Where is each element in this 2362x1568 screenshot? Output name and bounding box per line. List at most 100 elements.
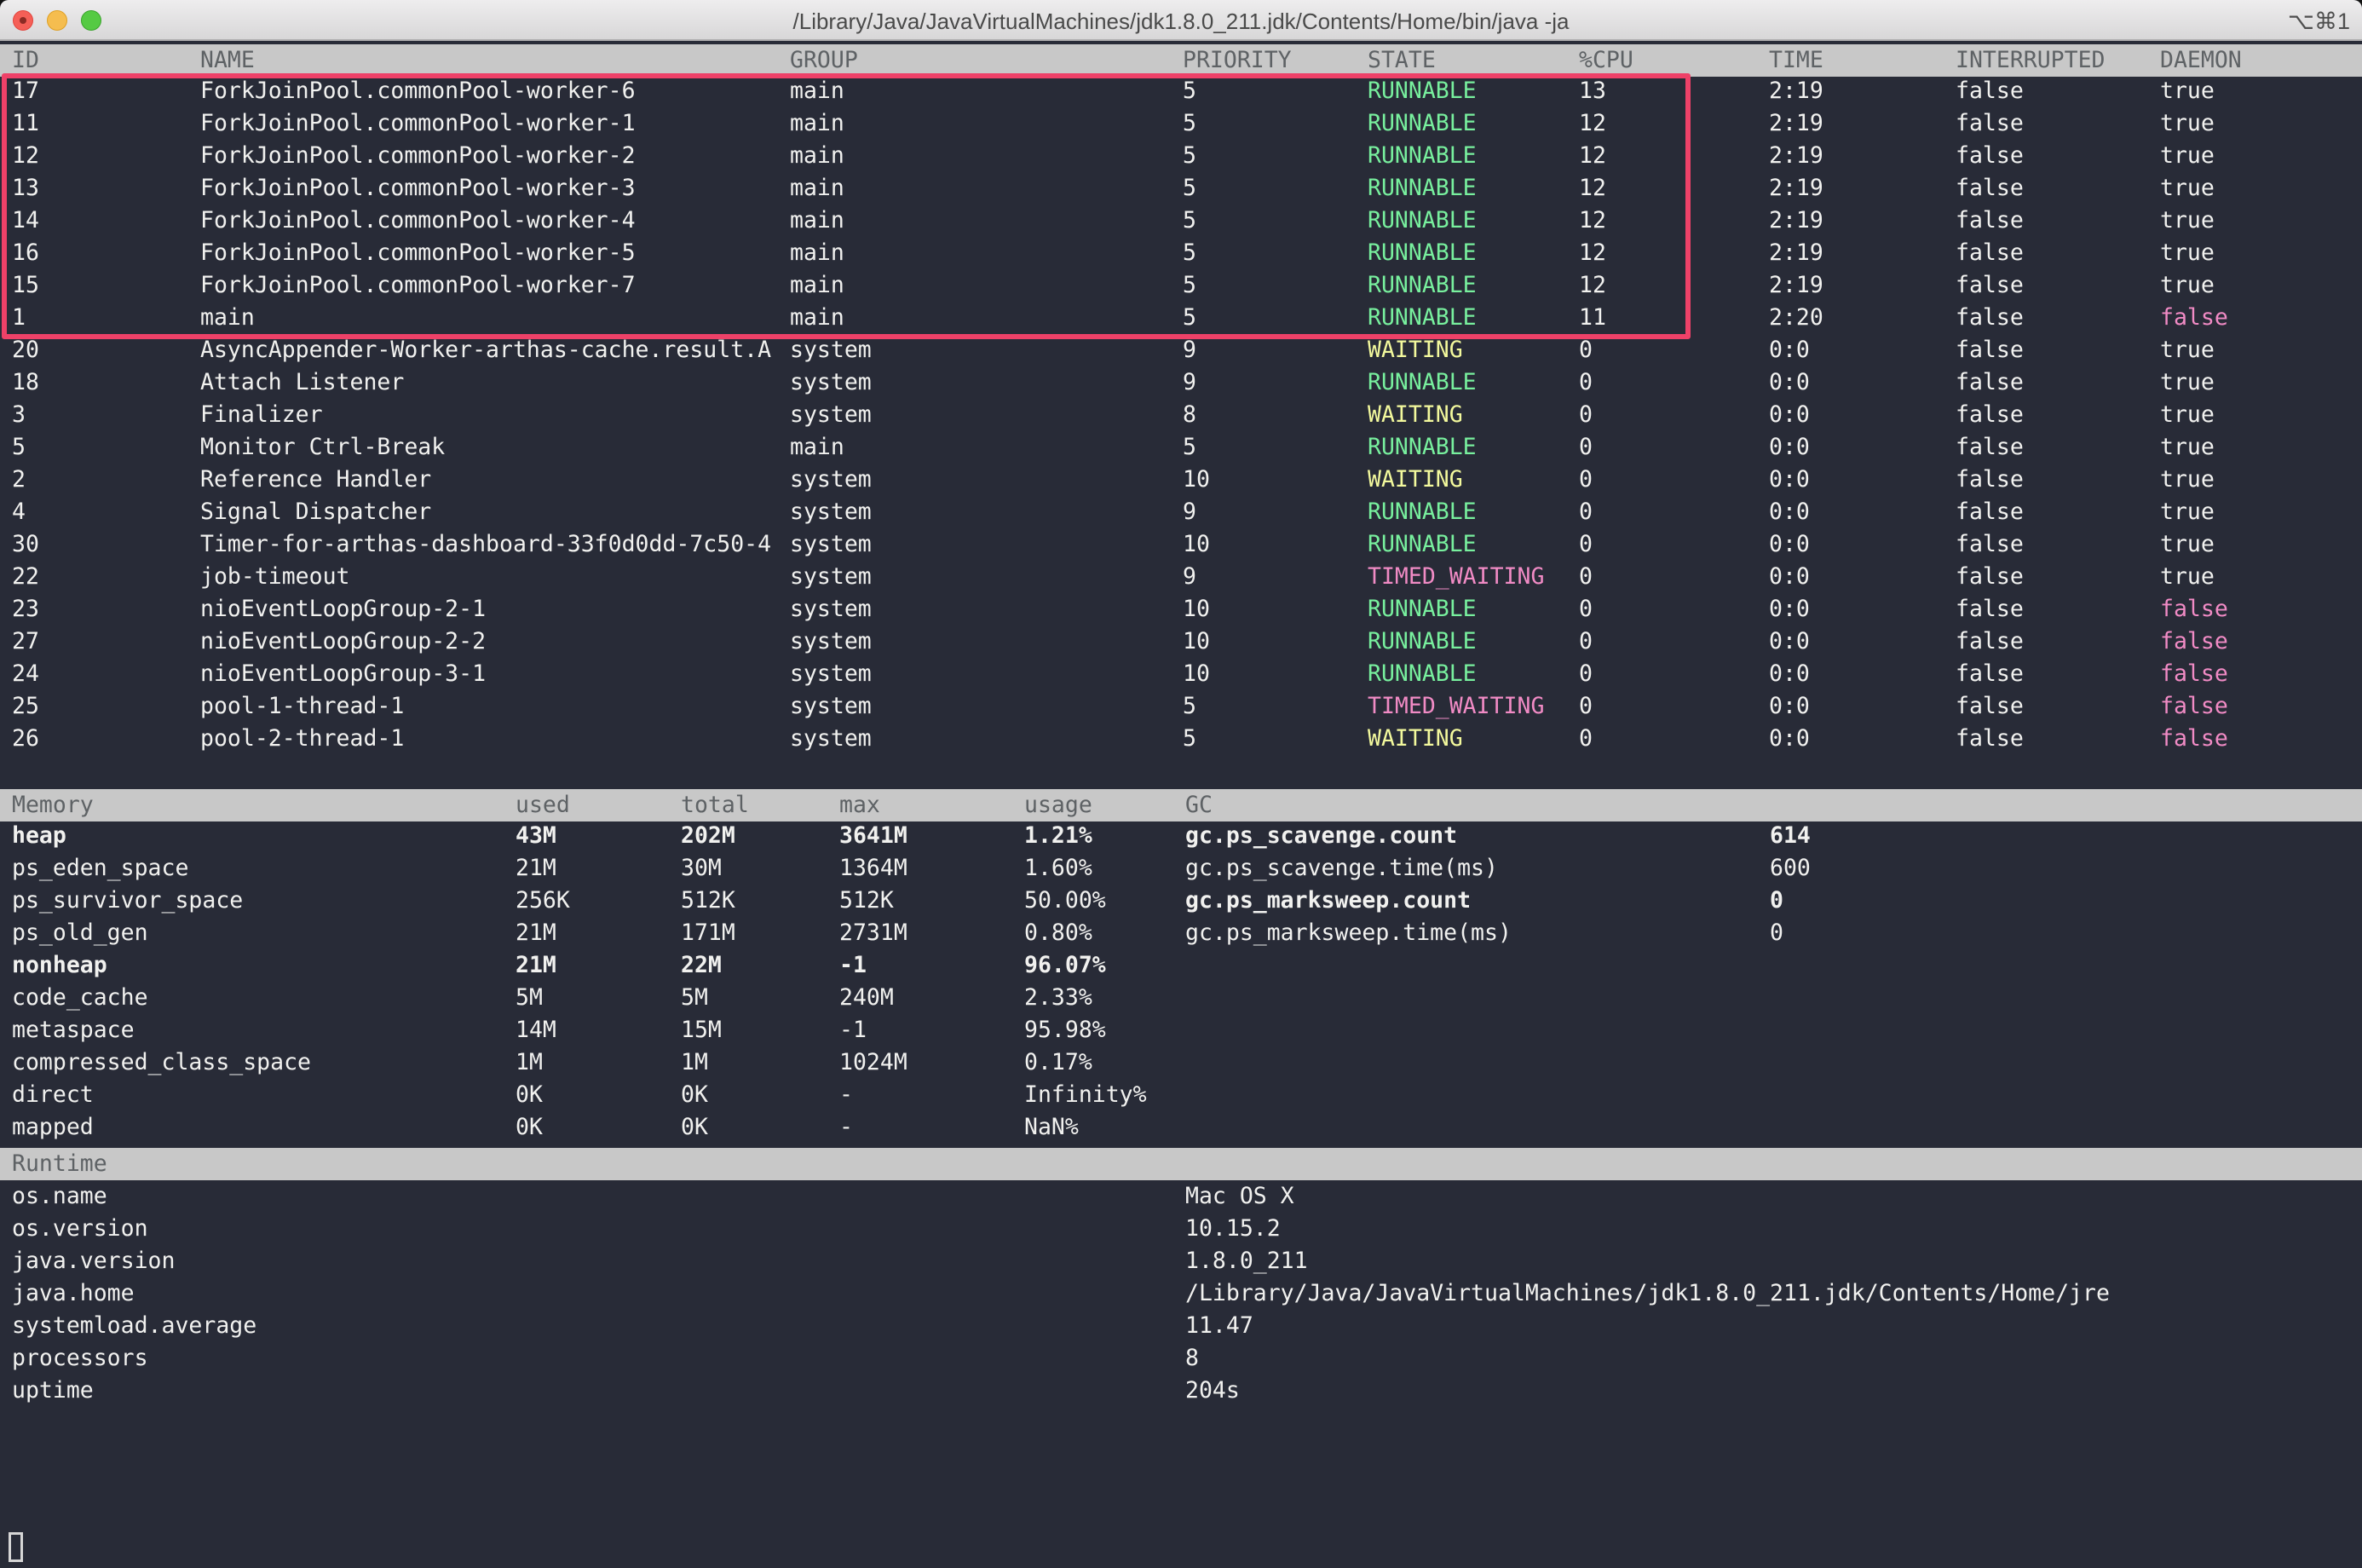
memory-cell-total: 0K — [681, 1079, 708, 1111]
memory-cell-label: direct — [12, 1079, 94, 1111]
gc-col-header: GC — [1185, 789, 1213, 821]
thread-cell-name: nioEventLoopGroup-2-1 — [200, 593, 486, 625]
thread-cell-group: system — [790, 366, 872, 399]
thread-cell-daemon: false — [2160, 302, 2228, 334]
thread-cell-priority: 10 — [1183, 528, 1210, 561]
thread-table-header: IDNAMEGROUPPRIORITYSTATE%CPUTIMEINTERRUP… — [0, 44, 2362, 77]
thread-cell-interrupted: false — [1956, 496, 2024, 528]
thread-cell-state: TIMED_WAITING — [1368, 561, 1544, 593]
thread-cell-interrupted: false — [1956, 172, 2024, 205]
thread-cell-name: main — [200, 302, 255, 334]
runtime-cell-label: processors — [12, 1342, 148, 1375]
thread-cell-cpu: 0 — [1579, 690, 1593, 723]
thread-cell-name: ForkJoinPool.commonPool-worker-6 — [200, 75, 636, 107]
memory-cell-label: nonheap — [12, 949, 107, 982]
memory-table-header: MemoryusedtotalmaxusageGC — [0, 789, 2362, 821]
thread-row: 3Finalizersystem8WAITING00:0falsetrue — [0, 399, 2362, 431]
thread-cell-interrupted: false — [1956, 658, 2024, 690]
thread-cell-daemon: true — [2160, 334, 2215, 366]
thread-cell-interrupted: false — [1956, 302, 2024, 334]
runtime-cell-label: java.version — [12, 1245, 175, 1277]
thread-cell-name: ForkJoinPool.commonPool-worker-5 — [200, 237, 636, 269]
thread-cell-state: RUNNABLE — [1368, 205, 1477, 237]
thread-row: 20AsyncAppender-Worker-arthas-cache.resu… — [0, 334, 2362, 366]
thread-cell-interrupted: false — [1956, 140, 2024, 172]
memory-col-header: usage — [1024, 789, 1092, 821]
thread-cell-interrupted: false — [1956, 464, 2024, 496]
thread-cell-priority: 10 — [1183, 625, 1210, 658]
runtime-cell-value: 8 — [1185, 1342, 1199, 1375]
zoom-button[interactable] — [81, 10, 101, 31]
thread-cell-time: 2:19 — [1769, 237, 1823, 269]
thread-cell-state: RUNNABLE — [1368, 107, 1477, 140]
thread-cell-cpu: 12 — [1579, 237, 1606, 269]
thread-row: 15ForkJoinPool.commonPool-worker-7main5R… — [0, 269, 2362, 302]
thread-cell-id: 26 — [12, 723, 39, 755]
terminal-screen[interactable]: IDNAMEGROUPPRIORITYSTATE%CPUTIMEINTERRUP… — [0, 41, 2362, 1568]
thread-col-header: PRIORITY — [1183, 44, 1292, 77]
runtime-cell-label: systemload.average — [12, 1310, 256, 1342]
thread-col-header: ID — [12, 44, 39, 77]
thread-cell-daemon: true — [2160, 399, 2215, 431]
memory-cell-total: 0K — [681, 1111, 708, 1144]
runtime-cell-value: 11.47 — [1185, 1310, 1253, 1342]
runtime-cell-label: uptime — [12, 1375, 94, 1407]
memory-cell-max: 240M — [839, 982, 894, 1014]
thread-cell-id: 12 — [12, 140, 39, 172]
thread-cell-name: ForkJoinPool.commonPool-worker-1 — [200, 107, 636, 140]
thread-cell-priority: 5 — [1183, 172, 1196, 205]
thread-cell-group: system — [790, 334, 872, 366]
thread-col-header: NAME — [200, 44, 255, 77]
gc-cell-label: gc.ps_scavenge.count — [1185, 820, 1457, 852]
minimize-button[interactable] — [47, 10, 67, 31]
gc-row: gc.ps_scavenge.count614 — [0, 820, 2362, 852]
runtime-cell-label: os.version — [12, 1213, 148, 1245]
thread-cell-name: ForkJoinPool.commonPool-worker-4 — [200, 205, 636, 237]
thread-cell-group: main — [790, 107, 844, 140]
runtime-cell-value: Mac OS X — [1185, 1180, 1294, 1213]
thread-cell-cpu: 12 — [1579, 172, 1606, 205]
thread-cell-priority: 5 — [1183, 107, 1196, 140]
thread-cell-cpu: 12 — [1579, 269, 1606, 302]
memory-cell-used: 0K — [516, 1079, 543, 1111]
thread-cell-daemon: true — [2160, 366, 2215, 399]
thread-cell-time: 2:19 — [1769, 107, 1823, 140]
thread-cell-daemon: true — [2160, 528, 2215, 561]
runtime-cell-value: 10.15.2 — [1185, 1213, 1281, 1245]
title-bar[interactable]: /Library/Java/JavaVirtualMachines/jdk1.8… — [0, 0, 2362, 41]
thread-cell-id: 3 — [12, 399, 26, 431]
thread-cell-id: 13 — [12, 172, 39, 205]
thread-cell-state: RUNNABLE — [1368, 269, 1477, 302]
thread-cell-time: 0:0 — [1769, 399, 1810, 431]
close-button[interactable] — [13, 10, 33, 31]
memory-cell-usage: 2.33% — [1024, 982, 1092, 1014]
runtime-header: Runtime — [0, 1148, 2362, 1180]
thread-cell-state: WAITING — [1368, 723, 1463, 755]
thread-row: 12ForkJoinPool.commonPool-worker-2main5R… — [0, 140, 2362, 172]
thread-row: 26pool-2-thread-1system5WAITING00:0false… — [0, 723, 2362, 755]
thread-cell-state: WAITING — [1368, 399, 1463, 431]
thread-cell-daemon: true — [2160, 431, 2215, 464]
thread-cell-priority: 5 — [1183, 431, 1196, 464]
runtime-row: java.home/Library/Java/JavaVirtualMachin… — [0, 1277, 2362, 1310]
thread-row: 30Timer-for-arthas-dashboard-33f0d0dd-7c… — [0, 528, 2362, 561]
memory-cell-usage: Infinity% — [1024, 1079, 1147, 1111]
thread-row: 23nioEventLoopGroup-2-1system10RUNNABLE0… — [0, 593, 2362, 625]
thread-row: 4Signal Dispatchersystem9RUNNABLE00:0fal… — [0, 496, 2362, 528]
thread-cell-id: 15 — [12, 269, 39, 302]
thread-col-header: GROUP — [790, 44, 858, 77]
thread-cell-interrupted: false — [1956, 75, 2024, 107]
memory-cell-total: 5M — [681, 982, 708, 1014]
runtime-col-header: Runtime — [12, 1148, 107, 1180]
gc-cell-label: gc.ps_marksweep.time(ms) — [1185, 917, 1512, 949]
thread-cell-id: 27 — [12, 625, 39, 658]
thread-cell-cpu: 0 — [1579, 496, 1593, 528]
thread-cell-id: 2 — [12, 464, 26, 496]
gc-cell-label: gc.ps_scavenge.time(ms) — [1185, 852, 1498, 885]
gc-cell-value: 0 — [1770, 917, 1783, 949]
memory-cell-total: 15M — [681, 1014, 722, 1046]
memory-cell-used: 14M — [516, 1014, 556, 1046]
runtime-row: os.version 10.15.2 — [0, 1213, 2362, 1245]
memory-row: mapped0K0K-NaN% — [0, 1111, 2362, 1144]
thread-row: 22job-timeoutsystem9TIMED_WAITING00:0fal… — [0, 561, 2362, 593]
